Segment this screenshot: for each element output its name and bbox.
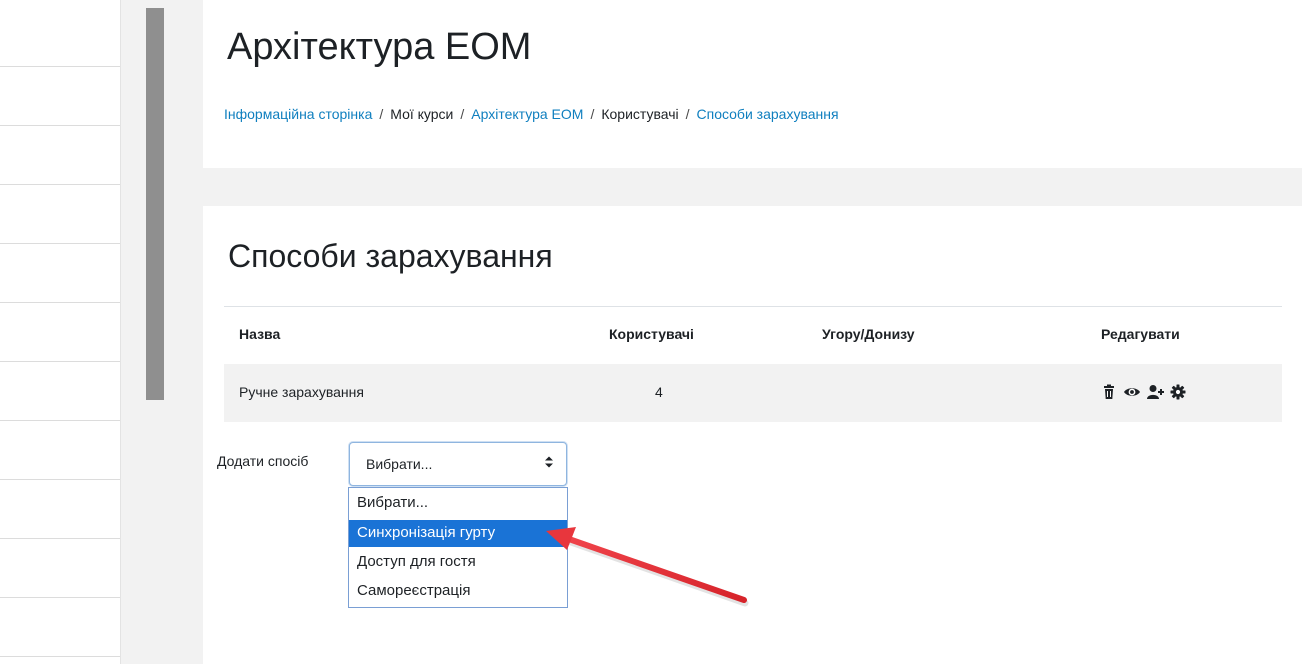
nav-item[interactable] — [0, 597, 120, 598]
nav-item[interactable] — [0, 184, 120, 185]
select-caret-icon — [545, 456, 553, 468]
column-header-name: Назва — [239, 326, 281, 342]
breadcrumb-separator: / — [590, 106, 595, 122]
select-value: Вибрати... — [366, 456, 433, 472]
breadcrumb-course[interactable]: Архітектура ЕОМ — [471, 106, 583, 122]
option-choose[interactable]: Вибрати... — [349, 490, 567, 517]
option-cohort-sync[interactable]: Синхронізація гурту — [349, 520, 567, 547]
nav-item[interactable] — [0, 420, 120, 421]
nav-item[interactable] — [0, 538, 120, 539]
nav-item[interactable] — [0, 302, 120, 303]
breadcrumb-my-courses: Мої курси — [390, 106, 454, 122]
nav-item[interactable] — [0, 125, 120, 126]
breadcrumb-separator: / — [685, 106, 690, 122]
breadcrumb-separator: / — [379, 106, 384, 122]
row-actions — [1100, 383, 1187, 401]
add-method-dropdown: Вибрати... Синхронізація гурту Доступ дл… — [348, 487, 568, 608]
nav-scrollbar-thumb[interactable] — [146, 8, 164, 400]
column-header-users: Користувачі — [609, 326, 694, 342]
eye-icon[interactable] — [1123, 383, 1141, 401]
breadcrumb-enrolment-methods[interactable]: Способи зарахування — [697, 106, 839, 122]
column-header-edit: Редагувати — [1101, 326, 1180, 342]
nav-item[interactable] — [0, 243, 120, 244]
method-name: Ручне зарахування — [239, 384, 364, 400]
section-title: Способи зарахування — [228, 238, 553, 274]
main-region: Способи зарахування Назва Користувачі Уг… — [203, 206, 1302, 664]
nav-item[interactable] — [0, 361, 120, 362]
nav-item[interactable] — [0, 66, 120, 67]
method-user-count: 4 — [655, 384, 663, 400]
page-title: Архітектура ЕОМ — [227, 26, 532, 68]
add-method-label: Додати спосіб — [217, 453, 309, 469]
nav-drawer — [0, 0, 121, 664]
gear-icon[interactable] — [1169, 383, 1187, 401]
add-method-select[interactable]: Вибрати... — [349, 442, 567, 486]
table-divider — [224, 306, 1282, 307]
nav-item[interactable] — [0, 479, 120, 480]
trash-icon[interactable] — [1100, 383, 1118, 401]
column-header-updown: Угору/Донизу — [822, 326, 915, 342]
breadcrumb-site-home[interactable]: Інформаційна сторінка — [224, 106, 372, 122]
option-guest-access[interactable]: Доступ для гостя — [349, 549, 567, 576]
enrol-user-icon[interactable] — [1146, 383, 1164, 401]
breadcrumb-separator: / — [460, 106, 465, 122]
nav-item[interactable] — [0, 656, 120, 657]
breadcrumb-users: Користувачі — [601, 106, 679, 122]
option-self-enrolment[interactable]: Самореєстрація — [349, 578, 567, 605]
breadcrumb: Інформаційна сторінка / Мої курси / Архітект… — [224, 106, 839, 122]
page-header: Архітектура ЕОМ Інформаційна сторінка / Мо… — [203, 0, 1302, 168]
